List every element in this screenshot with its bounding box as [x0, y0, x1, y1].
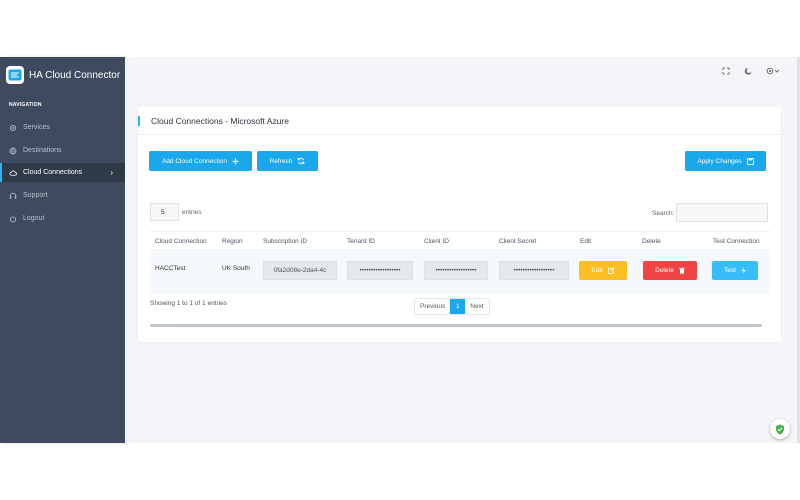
brand[interactable]: HA Cloud Connector — [6, 63, 134, 87]
test-connection-button[interactable]: Test — [712, 261, 758, 280]
sidebar: HA Cloud Connector NAVIGATION Services D… — [0, 57, 134, 443]
power-icon — [9, 215, 17, 223]
column-header-client-id[interactable]: Client ID — [424, 238, 449, 245]
sidebar-item-support[interactable]: Support — [0, 186, 125, 205]
moon-icon[interactable] — [744, 67, 752, 75]
fullscreen-icon[interactable] — [722, 67, 730, 75]
cell-region: UK South — [222, 265, 250, 272]
app-logo-icon — [6, 66, 24, 84]
table-row: HACCTest UK South 0fa2d08e-2da4-4c •••••… — [150, 252, 770, 294]
pencil-square-icon — [607, 267, 615, 274]
column-header-edit[interactable]: Edit — [580, 238, 591, 245]
table-header: Cloud Connection Region Subscription ID … — [150, 231, 770, 251]
refresh-label: Refresh — [269, 157, 293, 165]
table-info: Showing 1 to 1 of 1 entries — [150, 300, 227, 307]
column-header-tenant-id[interactable]: Tenant ID — [347, 238, 375, 245]
app-window: HA Cloud Connector NAVIGATION Services D… — [0, 57, 800, 443]
sidebar-item-logout[interactable]: Logout — [0, 209, 125, 228]
add-cloud-connection-label: Add Cloud Connection — [161, 157, 228, 165]
sidebar-item-label: Services — [23, 124, 50, 131]
column-header-region[interactable]: Region — [222, 238, 243, 245]
client-id-field[interactable]: •••••••••••••••••• — [424, 261, 488, 280]
refresh-icon — [297, 157, 305, 165]
search-label: Search: — [652, 210, 675, 217]
edit-label: Edit — [591, 267, 603, 274]
pagination: Previous 1 Next — [414, 298, 490, 315]
settings-dropdown-icon[interactable] — [766, 67, 780, 75]
sidebar-item-label: Logout — [23, 215, 45, 222]
refresh-button[interactable]: Refresh — [257, 151, 318, 171]
delete-label: Delete — [655, 267, 674, 274]
plus-icon — [232, 158, 239, 165]
subscription-id-field[interactable]: 0fa2d08e-2da4-4c — [263, 261, 337, 280]
sidebar-item-destinations[interactable]: Destinations — [0, 141, 125, 160]
cloud-connections-card: Cloud Connections - Microsoft Azure Add … — [138, 107, 781, 342]
sidebar-item-label: Destinations — [23, 147, 62, 154]
save-icon — [746, 157, 754, 165]
sidebar-item-cloud-connections[interactable]: Cloud Connections › — [0, 163, 125, 182]
globe-icon — [9, 147, 17, 155]
entries-label: entries — [182, 209, 202, 216]
add-cloud-connection-button[interactable]: Add Cloud Connection — [149, 151, 252, 171]
app-name: HA Cloud Connector — [29, 69, 121, 81]
search-input[interactable] — [676, 203, 768, 222]
table-horizontal-scrollbar[interactable] — [150, 324, 762, 327]
tenant-id-field[interactable]: •••••••••••••••••• — [347, 261, 413, 280]
pagination-previous[interactable]: Previous — [415, 299, 450, 314]
bolt-icon — [741, 267, 746, 274]
trash-icon — [679, 267, 685, 274]
client-secret-field[interactable]: •••••••••••••••••• — [499, 261, 569, 280]
chevron-right-icon: › — [110, 168, 113, 177]
nav-heading: NAVIGATION — [9, 102, 42, 108]
column-header-subscription-id[interactable]: Subscription ID — [263, 238, 307, 245]
headset-icon — [9, 192, 17, 200]
column-header-client-secret[interactable]: Client Secret — [499, 238, 536, 245]
topbar-actions — [722, 67, 780, 75]
apply-changes-button[interactable]: Apply Changes — [685, 151, 766, 171]
entries-per-page-select[interactable]: 5 — [150, 203, 179, 221]
sidebar-item-label: Cloud Connections — [23, 169, 83, 176]
sidebar-item-services[interactable]: Services — [0, 118, 125, 137]
sidebar-item-label: Support — [23, 192, 48, 199]
security-shield-icon[interactable] — [770, 419, 790, 439]
pagination-page[interactable]: 1 — [450, 299, 466, 314]
column-header-delete[interactable]: Delete — [642, 238, 661, 245]
column-header-cloud-connection[interactable]: Cloud Connection — [155, 238, 207, 245]
test-label: Test — [724, 267, 736, 274]
gear-icon — [9, 124, 17, 132]
column-header-test-connection[interactable]: Test Connection — [713, 238, 760, 245]
apply-changes-label: Apply Changes — [697, 157, 742, 165]
cell-cloud-connection: HACCTest — [155, 265, 186, 272]
card-divider — [138, 134, 781, 135]
edit-button[interactable]: Edit — [579, 261, 627, 280]
cloud-icon — [9, 169, 17, 177]
pagination-next[interactable]: Next — [465, 299, 488, 314]
page-title: Cloud Connections - Microsoft Azure — [138, 116, 289, 126]
main-content: Cloud Connections - Microsoft Azure Add … — [125, 57, 800, 443]
delete-button[interactable]: Delete — [643, 261, 697, 280]
